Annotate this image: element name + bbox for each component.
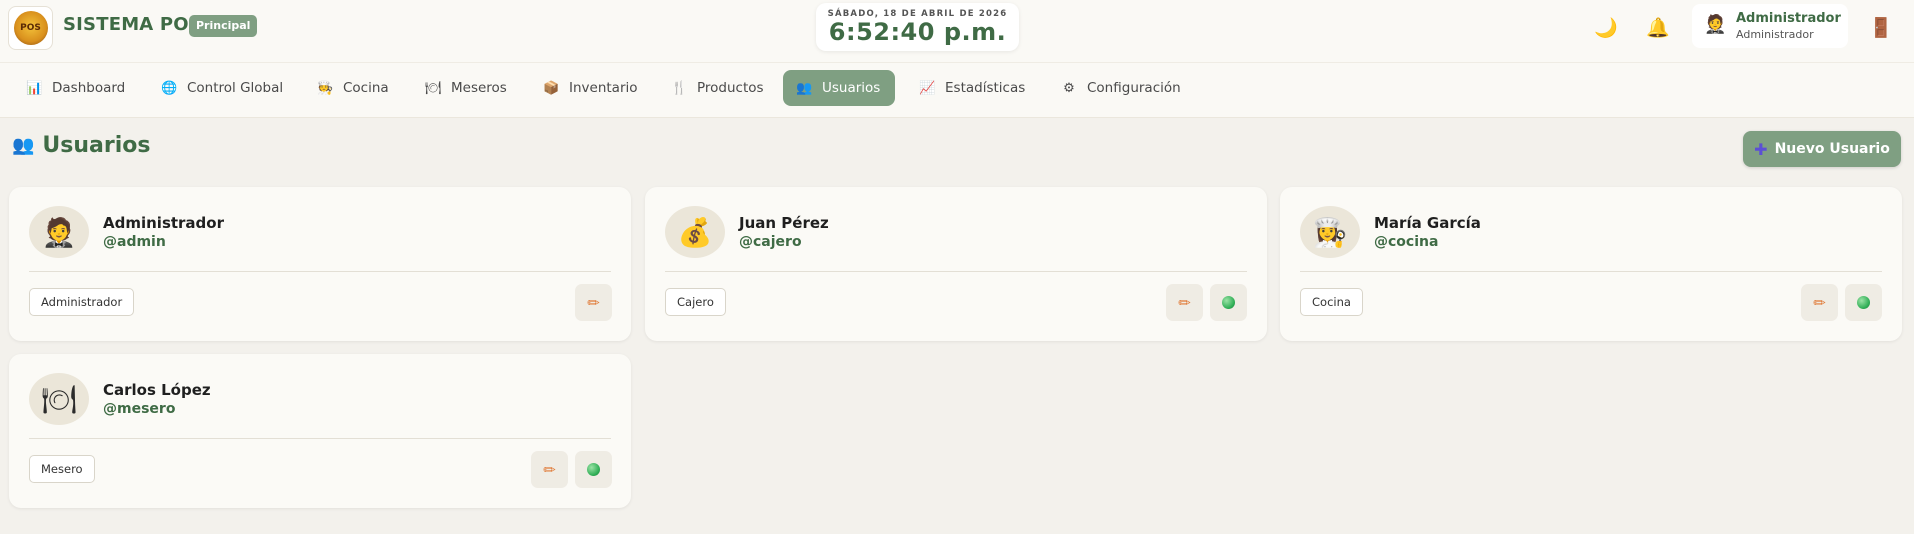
user-menu[interactable]: 🤵 Administrador Administrador xyxy=(1692,4,1848,48)
trend-icon: 📈 xyxy=(919,80,936,96)
nav-label: Estadísticas xyxy=(945,80,1026,96)
nav-label: Dashboard xyxy=(52,80,126,96)
branch-badge: Principal xyxy=(189,15,258,37)
user-card-name: Carlos López xyxy=(103,381,211,399)
user-name: Administrador xyxy=(1736,11,1841,26)
user-card-name: Juan Pérez xyxy=(739,214,829,232)
cook-icon: 🧑‍🍳 xyxy=(317,80,334,96)
app-title: SISTEMA POS xyxy=(63,14,202,35)
toggle-active-button[interactable] xyxy=(1210,284,1247,321)
moon-icon: 🌙 xyxy=(1594,16,1618,39)
user-card: 🤵 Administrador @admin Administrador ✏ xyxy=(9,187,631,341)
nav-label: Configuración xyxy=(1087,80,1181,96)
bell-icon: 🔔 xyxy=(1646,16,1670,39)
nav-label: Usuarios xyxy=(822,80,881,96)
door-icon: 🚪 xyxy=(1869,16,1893,39)
edit-button[interactable]: ✏ xyxy=(531,451,568,488)
nav-inventario[interactable]: 📦 Inventario xyxy=(530,70,651,106)
user-card: 💰 Juan Pérez @cajero Cajero ✏ xyxy=(645,187,1267,341)
app-logo[interactable]: POS xyxy=(8,6,53,50)
nav-control-global[interactable]: 🌐 Control Global xyxy=(148,70,296,106)
main-nav: 📊 Dashboard 🌐 Control Global 🧑‍🍳 Cocina 🍽 Me… xyxy=(0,62,1914,118)
clock-time: 6:52:40 p.m. xyxy=(828,18,1007,46)
plus-icon: ✚ xyxy=(1754,139,1768,159)
user-card: 👩‍🍳 María García @cocina Cocina ✏ xyxy=(1280,187,1902,341)
edit-button[interactable]: ✏ xyxy=(1801,284,1838,321)
clock-panel: SÁBADO, 18 DE ABRIL DE 2026 6:52:40 p.m. xyxy=(816,3,1019,51)
user-avatar: 🤵 xyxy=(29,206,89,258)
card-divider xyxy=(665,271,1247,272)
pencil-icon: ✏ xyxy=(587,293,600,312)
theme-toggle-button[interactable]: 🌙 xyxy=(1591,12,1621,42)
page-title-text: Usuarios xyxy=(42,133,151,158)
nav-cocina[interactable]: 🧑‍🍳 Cocina xyxy=(304,70,402,106)
nav-usuarios[interactable]: 👥 Usuarios xyxy=(783,70,895,106)
status-dot-icon xyxy=(1857,296,1870,309)
gear-icon: ⚙ xyxy=(1063,80,1075,96)
user-card-username: @admin xyxy=(103,234,166,250)
user-role: Administrador xyxy=(1736,28,1814,41)
toggle-active-button[interactable] xyxy=(575,451,612,488)
fork-knife-icon: 🍴 xyxy=(671,80,688,96)
toggle-active-button[interactable] xyxy=(1845,284,1882,321)
nav-label: Inventario xyxy=(569,80,638,96)
status-dot-icon xyxy=(587,463,600,476)
nav-configuracion[interactable]: ⚙ Configuración xyxy=(1048,70,1194,106)
box-icon: 📦 xyxy=(543,80,560,96)
nav-meseros[interactable]: 🍽 Meseros xyxy=(412,70,520,106)
users-icon: 👥 xyxy=(796,80,813,96)
user-card-username: @cocina xyxy=(1374,234,1439,250)
user-avatar: 👩‍🍳 xyxy=(1300,206,1360,258)
new-user-label: Nuevo Usuario xyxy=(1774,141,1890,157)
page-title: 👥 Usuarios xyxy=(12,133,151,158)
pencil-icon: ✏ xyxy=(1813,293,1826,312)
role-badge: Administrador xyxy=(29,288,135,316)
pencil-icon: ✏ xyxy=(1178,293,1191,312)
notifications-button[interactable]: 🔔 xyxy=(1643,12,1673,42)
user-avatar-icon: 🤵 xyxy=(1704,14,1727,35)
plate-icon: 🍽 xyxy=(425,80,442,96)
edit-button[interactable]: ✏ xyxy=(1166,284,1203,321)
user-card-name: María García xyxy=(1374,214,1481,232)
nav-label: Control Global xyxy=(187,80,284,96)
card-divider xyxy=(29,438,611,439)
role-badge: Mesero xyxy=(29,455,95,483)
nav-label: Cocina xyxy=(343,80,389,96)
chart-icon: 📊 xyxy=(26,80,43,96)
user-card-username: @mesero xyxy=(103,401,176,417)
users-icon: 👥 xyxy=(12,135,35,156)
new-user-button[interactable]: ✚ Nuevo Usuario xyxy=(1743,131,1901,167)
role-badge: Cocina xyxy=(1300,288,1363,316)
edit-button[interactable]: ✏ xyxy=(575,284,612,321)
card-divider xyxy=(29,271,611,272)
role-badge: Cajero xyxy=(665,288,726,316)
nav-label: Meseros xyxy=(451,80,507,96)
nav-dashboard[interactable]: 📊 Dashboard xyxy=(13,70,138,106)
logout-button[interactable]: 🚪 xyxy=(1866,12,1896,42)
user-card: 🍽 Carlos López @mesero Mesero ✏ xyxy=(9,354,631,508)
user-card-username: @cajero xyxy=(739,234,802,250)
user-card-name: Administrador xyxy=(103,214,224,232)
pencil-icon: ✏ xyxy=(543,460,556,479)
top-bar: POS SISTEMA POS Principal SÁBADO, 18 DE … xyxy=(0,0,1914,62)
pos-logo-icon: POS xyxy=(13,11,48,45)
nav-label: Productos xyxy=(697,80,764,96)
card-divider xyxy=(1300,271,1882,272)
nav-productos[interactable]: 🍴 Productos xyxy=(658,70,777,106)
globe-icon: 🌐 xyxy=(161,80,178,96)
nav-estadisticas[interactable]: 📈 Estadísticas xyxy=(906,70,1038,106)
user-avatar: 🍽 xyxy=(29,373,89,425)
status-dot-icon xyxy=(1222,296,1235,309)
user-avatar: 💰 xyxy=(665,206,725,258)
